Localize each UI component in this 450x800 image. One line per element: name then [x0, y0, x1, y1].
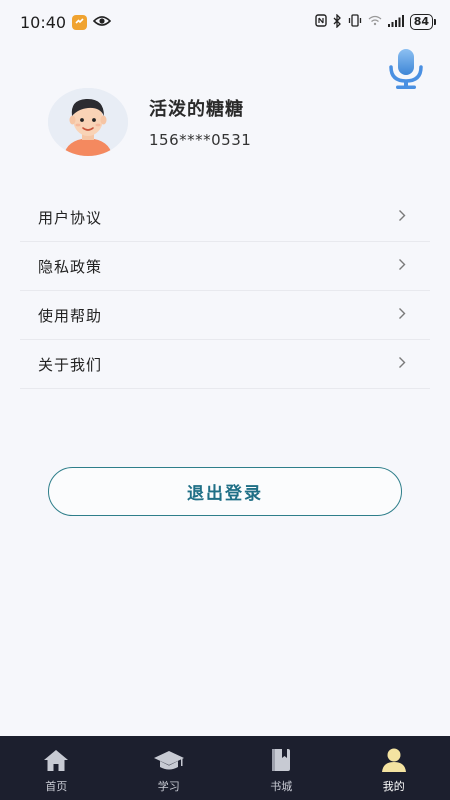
- status-right: 84: [314, 12, 436, 31]
- microphone-icon: [385, 47, 427, 95]
- notification-app-icon: [72, 14, 88, 30]
- status-time: 10:40: [20, 12, 67, 32]
- menu-item-label: 关于我们: [38, 355, 103, 374]
- bottom-nav: 首页 学习 书城 我的: [0, 736, 450, 800]
- tab-bookstore[interactable]: 书城: [225, 736, 338, 800]
- signal-icon: [387, 14, 404, 30]
- tab-label: 学习: [157, 780, 180, 793]
- menu-item-label: 使用帮助: [38, 306, 103, 325]
- tab-label: 我的: [382, 780, 405, 793]
- nfc-icon: [314, 14, 327, 30]
- tab-label: 首页: [45, 780, 68, 793]
- profile-header[interactable]: 活泼的糖糖 156****0531: [48, 88, 251, 156]
- tab-mine[interactable]: 我的: [338, 736, 450, 800]
- user-icon: [380, 747, 408, 773]
- user-nickname: 活泼的糖糖: [149, 99, 244, 120]
- avatar[interactable]: [48, 88, 128, 156]
- chevron-right-icon: [398, 356, 406, 373]
- chevron-right-icon: [398, 209, 406, 226]
- eye-icon: [92, 13, 112, 31]
- tab-label: 书城: [270, 780, 293, 793]
- settings-menu: 用户协议 隐私政策 使用帮助 关于我们: [20, 193, 430, 389]
- home-icon: [42, 747, 70, 773]
- menu-item-label: 隐私政策: [38, 257, 103, 276]
- vibrate-icon: [348, 14, 362, 30]
- tab-home[interactable]: 首页: [0, 736, 113, 800]
- bluetooth-icon: [333, 12, 342, 31]
- logout-button[interactable]: 退出登录: [48, 467, 402, 516]
- status-left: 10:40: [20, 12, 112, 32]
- battery-level: 84: [409, 14, 433, 30]
- graduation-cap-icon: [153, 747, 185, 773]
- menu-item-privacy-policy[interactable]: 隐私政策: [20, 242, 430, 291]
- tab-study[interactable]: 学习: [113, 736, 226, 800]
- chevron-right-icon: [398, 258, 406, 275]
- battery-tip: [434, 19, 436, 25]
- menu-item-user-agreement[interactable]: 用户协议: [20, 193, 430, 242]
- book-icon: [270, 747, 292, 773]
- microphone-button[interactable]: [384, 48, 428, 94]
- menu-item-label: 用户协议: [38, 208, 103, 227]
- wifi-icon: [368, 15, 382, 29]
- battery-indicator: 84: [409, 14, 436, 30]
- user-phone: 156****0531: [149, 131, 252, 149]
- profile-info: 活泼的糖糖 156****0531: [149, 95, 251, 149]
- menu-item-help[interactable]: 使用帮助: [20, 291, 430, 340]
- menu-item-about-us[interactable]: 关于我们: [20, 340, 430, 389]
- chevron-right-icon: [398, 307, 406, 324]
- status-bar: 10:40 84: [0, 0, 450, 44]
